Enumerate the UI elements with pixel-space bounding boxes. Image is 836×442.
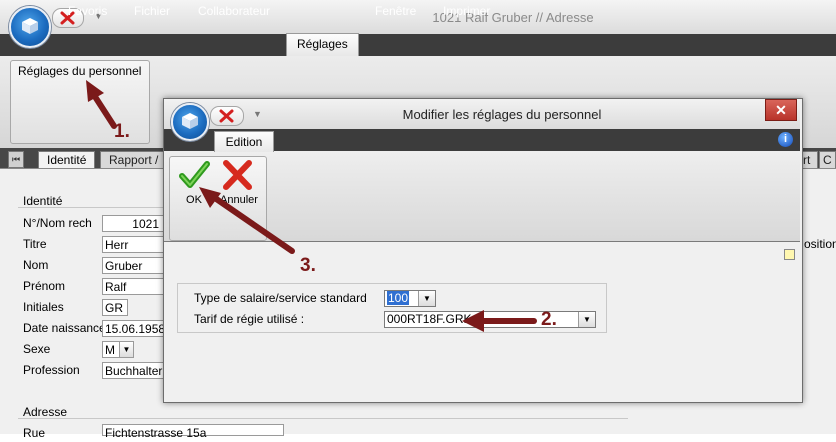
salary-type-value: 100 — [387, 291, 410, 305]
annotation-step-2: 2. — [541, 309, 557, 330]
chevron-down-icon[interactable]: ▼ — [119, 342, 133, 357]
menu-bar — [0, 34, 836, 56]
identity-section-title: Identité — [23, 194, 63, 208]
chevron-down-icon[interactable]: ▼ — [578, 312, 595, 327]
info-icon[interactable]: i — [778, 132, 793, 147]
menu-collaborateur[interactable]: Collaborateur — [198, 0, 270, 22]
field-label-initials: Initiales — [23, 300, 64, 314]
cube-icon — [22, 18, 38, 34]
personnel-settings-label: Réglages du personnel — [18, 64, 142, 78]
tariff-value: 000RT18F.GRK — [387, 312, 472, 326]
tab-identite[interactable]: Identité — [38, 151, 96, 168]
cancel-x-icon — [223, 160, 252, 190]
initials-field[interactable]: GR — [102, 299, 128, 316]
dialog-cube-icon — [182, 113, 198, 129]
dialog-title: Modifier les réglages du personnel — [402, 107, 602, 122]
profession-field[interactable]: Buchhalter — [102, 362, 164, 379]
field-label-street: Rue — [23, 426, 46, 440]
field-label-last-name: Nom — [23, 258, 49, 272]
check-icon — [179, 161, 210, 188]
dialog-close-button[interactable]: ✕ — [765, 99, 797, 121]
tariff-label: Tarif de régie utilisé : — [194, 312, 305, 326]
menu-favoris[interactable]: Favoris — [68, 0, 107, 22]
tariff-select[interactable]: 000RT18F.GRK ▼ — [384, 311, 596, 328]
address-section-title: Adresse — [23, 405, 68, 419]
sex-value: M — [105, 343, 115, 357]
dialog-close-x-icon — [219, 109, 234, 123]
ok-button[interactable]: OK — [174, 158, 214, 210]
ok-label: OK — [186, 194, 202, 206]
field-label-profession: Profession — [23, 363, 80, 377]
chevron-down-icon[interactable]: ▼ — [418, 291, 435, 306]
annotation-step-3: 3. — [300, 255, 316, 276]
first-name-field[interactable]: Ralf — [102, 278, 164, 295]
app-orb-icon[interactable] — [9, 6, 51, 48]
salary-type-label: Type de salaire/service standard — [194, 291, 367, 305]
menu-fichier[interactable]: Fichier — [134, 0, 170, 22]
dialog-expand-icon[interactable] — [784, 249, 795, 260]
address-divider — [18, 418, 628, 419]
tab-edition[interactable]: Edition — [214, 131, 274, 152]
last-name-field[interactable]: Gruber — [102, 257, 164, 274]
field-label-birthdate: Date naissance — [23, 321, 106, 335]
field-label-search-no: N°/Nom rech — [23, 216, 92, 230]
dialog-app-orb-icon[interactable] — [171, 103, 209, 141]
birthdate-field[interactable]: 15.06.1958 — [102, 320, 165, 337]
field-label-sex: Sexe — [23, 342, 51, 356]
field-label-first-name: Prénom — [23, 279, 66, 293]
cancel-label: Annuler — [220, 194, 258, 206]
menu-reglages[interactable]: Réglages — [286, 33, 359, 56]
street-field[interactable]: Fichtenstrasse 15a — [102, 424, 284, 440]
identity-divider — [18, 207, 168, 208]
menu-fenetre[interactable]: Fenêtre — [375, 0, 416, 22]
position-label-partial: osition — [804, 237, 836, 251]
first-page-icon[interactable]: ⏮ — [8, 151, 24, 168]
search-number-field[interactable]: 1021 — [102, 215, 164, 232]
salary-type-select[interactable]: 100 ▼ — [384, 290, 436, 307]
field-label-title: Titre — [23, 237, 47, 251]
menu-imprimer[interactable]: Imprimer — [443, 0, 490, 22]
annotation-step-1: 1. — [114, 121, 130, 142]
window-title: 1021 Ralf Gruber // Adresse — [432, 10, 594, 25]
sex-select[interactable]: M ▼ — [102, 341, 134, 358]
tab-partial-c[interactable]: C — [819, 151, 836, 168]
dialog-quick-cancel-button[interactable] — [210, 106, 244, 126]
dialog-quick-dropdown-icon[interactable]: ▼ — [253, 109, 262, 119]
title-field[interactable]: Herr — [102, 236, 164, 253]
cancel-button[interactable]: Annuler — [216, 158, 262, 210]
tab-rapport[interactable]: Rapport / — [100, 151, 164, 168]
